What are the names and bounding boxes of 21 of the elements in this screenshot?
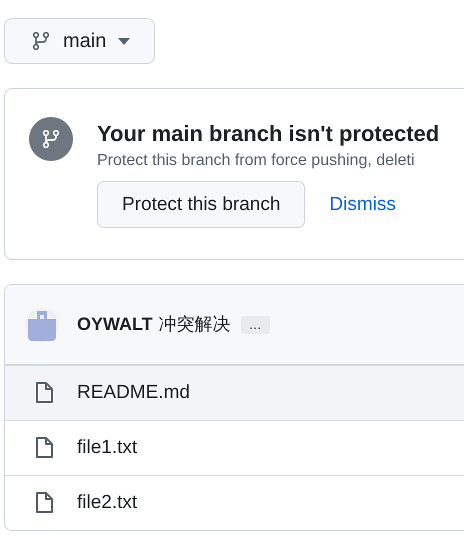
expand-message-button[interactable]: … xyxy=(240,316,270,334)
file-row[interactable]: README.md xyxy=(5,365,464,420)
file-row[interactable]: file2.txt xyxy=(5,475,464,530)
file-name-link[interactable]: file2.txt xyxy=(77,488,138,518)
branch-icon xyxy=(31,31,51,51)
branch-select-button[interactable]: main xyxy=(4,18,156,64)
branch-icon xyxy=(29,117,73,161)
file-icon xyxy=(35,437,53,459)
file-row[interactable]: file1.txt xyxy=(5,420,464,475)
protect-branch-button[interactable]: Protect this branch xyxy=(97,181,306,228)
file-icon xyxy=(35,492,53,514)
file-name-link[interactable]: file1.txt xyxy=(77,434,138,462)
notice-description: Protect this branch from force pushing, deleti xyxy=(97,151,416,172)
commit-message[interactable]: 冲突解决 xyxy=(158,311,231,338)
file-name-link[interactable]: README.md xyxy=(77,378,190,408)
commit-author[interactable]: OYWALT xyxy=(77,311,153,338)
caret-icon xyxy=(118,38,130,44)
avatar-icon xyxy=(25,308,59,342)
notice-title: Your main branch isn't protected xyxy=(97,121,440,148)
file-icon xyxy=(35,382,53,404)
dismiss-link[interactable]: Dismiss xyxy=(329,190,396,220)
